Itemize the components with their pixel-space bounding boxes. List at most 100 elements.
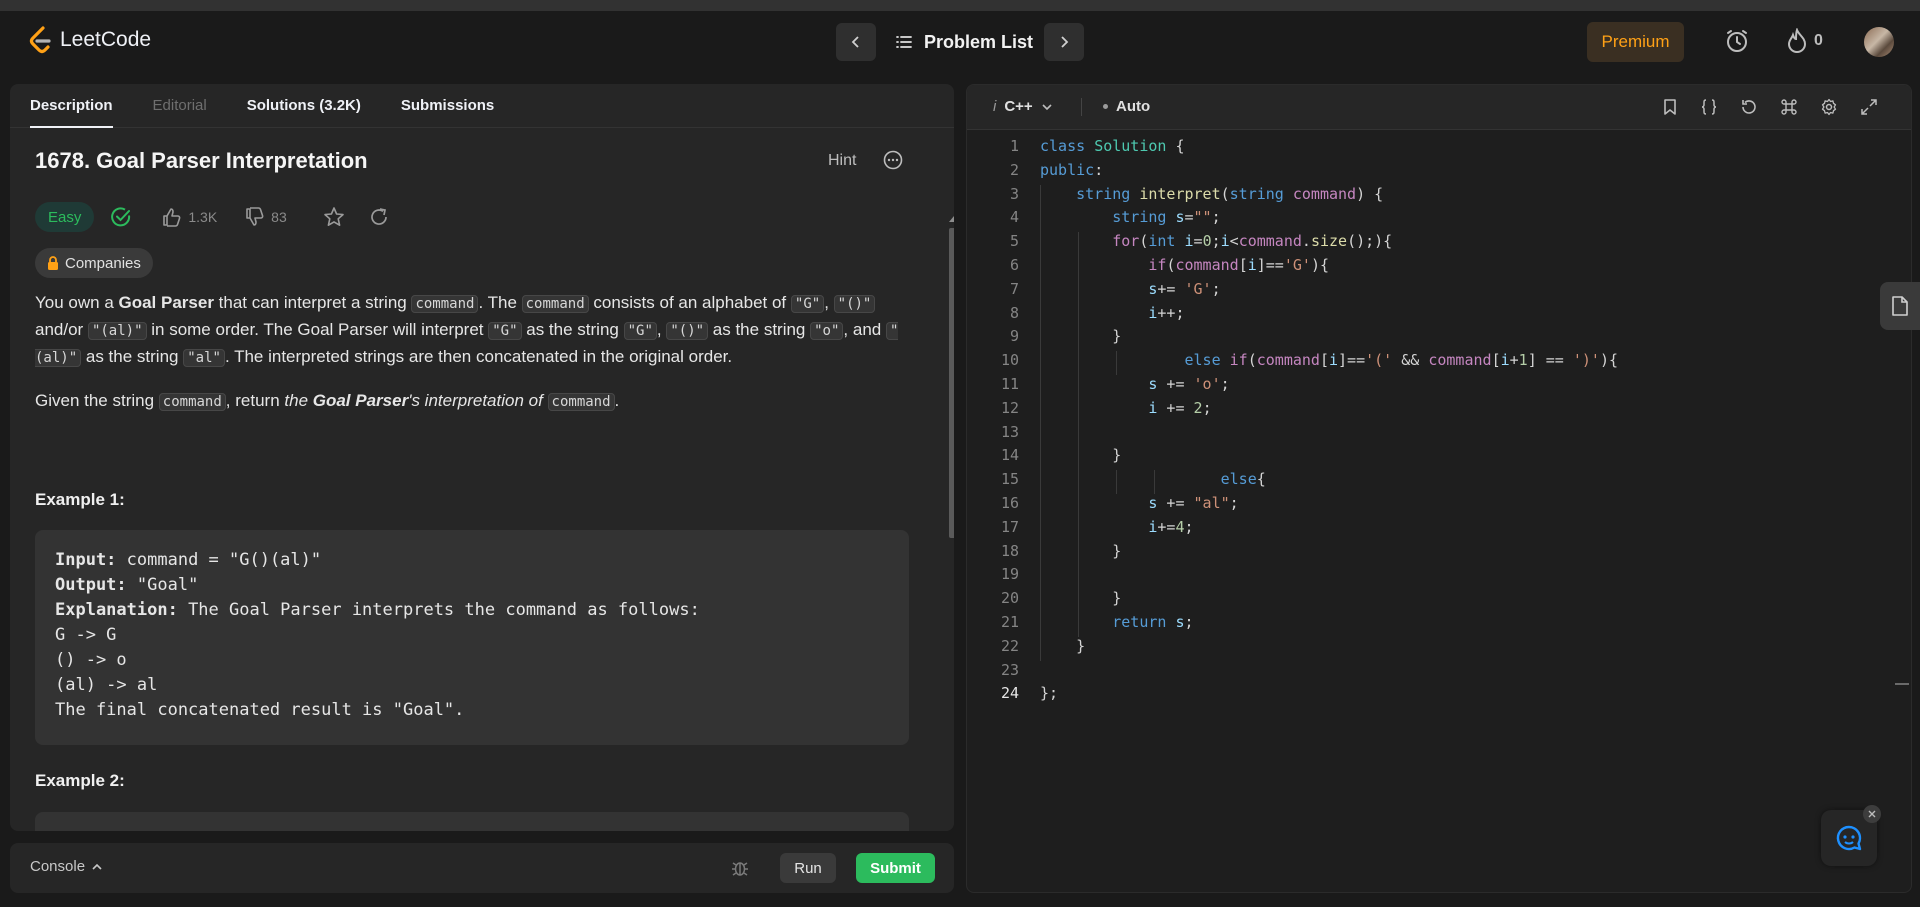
chat-close-icon[interactable] [1863,805,1881,823]
scrollbar-thumb[interactable] [949,228,954,538]
chevron-left-icon [849,35,863,49]
tab-solutions[interactable]: Solutions (3.2K) [247,84,361,128]
line-number: 13 [1000,422,1019,441]
code-line[interactable]: } [1040,327,1121,345]
tab-submissions[interactable]: Submissions [401,84,494,128]
command-icon[interactable] [1780,98,1798,116]
expand-icon[interactable] [1860,98,1878,116]
code-line[interactable]: else if(command[i]=='(' && command[i+1] … [1040,351,1619,369]
companies-label: Companies [65,254,141,272]
line-number: 20 [1000,589,1019,608]
code-line[interactable]: else{ [1040,470,1266,488]
example-input-line: Input: command = "G()(al)" [55,550,322,570]
line-number: 22 [1000,636,1019,655]
list-icon [896,35,912,49]
line-number: 19 [1000,565,1019,584]
line-number: 4 [1009,208,1019,227]
code-line[interactable]: } [1040,446,1121,464]
line-number: 11 [1000,375,1019,393]
streak-counter[interactable]: 0 [1786,28,1823,54]
star-icon[interactable] [323,206,345,228]
example-explanation-line: Explanation: The Goal Parser interprets … [55,600,700,620]
auto-mode-toggle[interactable]: Auto [1103,98,1150,115]
console-label: Console [30,858,86,875]
leetcode-logo[interactable]: LeetCode [28,26,151,54]
code-line[interactable]: i += 2; [1040,399,1211,417]
dislikes-count: 83 [271,209,287,225]
code-editor-panel: i C++ Auto 1 class Solution {2 public: 3… [966,84,1912,893]
likes-count: 1.3K [188,209,218,225]
line-number: 23 [1000,660,1019,679]
run-button[interactable]: Run [780,853,836,883]
code-area[interactable]: 1 class Solution {2 public: 3 string interp… [967,129,1911,892]
more-options-icon[interactable] [883,150,903,170]
code-line[interactable]: s += 'o'; [1040,375,1229,393]
bug-icon[interactable] [730,858,750,878]
user-avatar[interactable] [1864,27,1894,57]
submit-button[interactable]: Submit [856,853,935,883]
code-line[interactable]: } [1040,637,1085,655]
alarm-clock-icon[interactable] [1724,28,1750,54]
code-line[interactable]: s += "al"; [1040,494,1238,512]
example-explanation-detail: (al) -> al [55,675,158,695]
code-line[interactable]: public: [1040,161,1103,179]
document-icon [1891,295,1909,317]
line-number: 8 [1009,303,1019,322]
problem-description-panel: Description Editorial Solutions (3.2K) S… [10,84,954,831]
example-explanation-detail: The final concatenated result is "Goal". [55,700,465,720]
language-label: C++ [1004,98,1033,115]
indent-guide [1078,232,1079,637]
code-line[interactable]: } [1040,542,1121,560]
code-line[interactable]: } [1040,589,1121,607]
editor-toolbar: i C++ Auto [967,85,1911,130]
description-tabs: Description Editorial Solutions (3.2K) S… [10,84,954,128]
dislike-button[interactable]: 83 [245,207,287,227]
language-prefix: i [993,98,997,115]
problem-list-button[interactable]: Problem List [896,24,1033,60]
next-problem-button[interactable] [1044,23,1084,61]
scroll-up-arrow-icon[interactable] [949,216,954,222]
code-line[interactable]: i++; [1040,304,1184,322]
companies-tag[interactable]: Companies [35,248,153,278]
code-line[interactable]: i+=4; [1040,518,1193,536]
code-line[interactable]: return s; [1040,613,1193,631]
chevron-up-icon [91,862,103,872]
code-line[interactable]: if(command[i]=='G'){ [1040,256,1329,274]
prev-problem-button[interactable] [836,23,876,61]
language-select[interactable]: i C++ [993,98,1053,115]
line-number: 6 [1009,256,1019,274]
chat-icon [1835,824,1863,852]
difficulty-badge: Easy [35,202,95,232]
leetcode-logo-icon [28,26,54,54]
line-number: 3 [1009,184,1019,203]
reset-icon[interactable] [1740,98,1758,116]
tab-editorial[interactable]: Editorial [153,84,207,128]
code-line[interactable]: string s=""; [1040,208,1220,226]
console-toggle[interactable]: Console [30,858,103,875]
line-number: 21 [1000,613,1019,631]
problem-title[interactable]: 1678. Goal Parser Interpretation [35,148,368,174]
premium-button[interactable]: Premium [1587,22,1684,62]
code-line[interactable]: }; [1040,684,1058,702]
description-scrollbar[interactable] [946,212,954,831]
code-line[interactable]: s+= 'G'; [1040,280,1220,298]
hint-button[interactable]: Hint [828,152,856,170]
settings-gear-icon[interactable] [1820,98,1838,116]
line-number: 14 [1000,446,1019,465]
code-line[interactable]: class Solution { [1040,137,1185,155]
thumbs-up-icon [162,207,182,227]
format-braces-icon[interactable] [1700,98,1718,116]
line-number: 15 [1000,470,1019,489]
chevron-down-icon [1041,102,1053,112]
example-explanation-detail: G -> G [55,625,117,645]
code-line[interactable]: for(int i=0;i<command.size();){ [1040,232,1392,250]
notes-side-button[interactable] [1880,282,1920,330]
tab-description[interactable]: Description [30,84,113,128]
share-icon[interactable] [369,207,389,227]
like-button[interactable]: 1.3K [162,207,217,227]
code-line[interactable]: string interpret(string command) { [1040,185,1383,203]
bookmark-icon[interactable] [1661,98,1679,116]
thumbs-down-icon [245,207,265,227]
example-2-title: Example 2: [35,771,125,790]
lock-icon [47,256,59,270]
